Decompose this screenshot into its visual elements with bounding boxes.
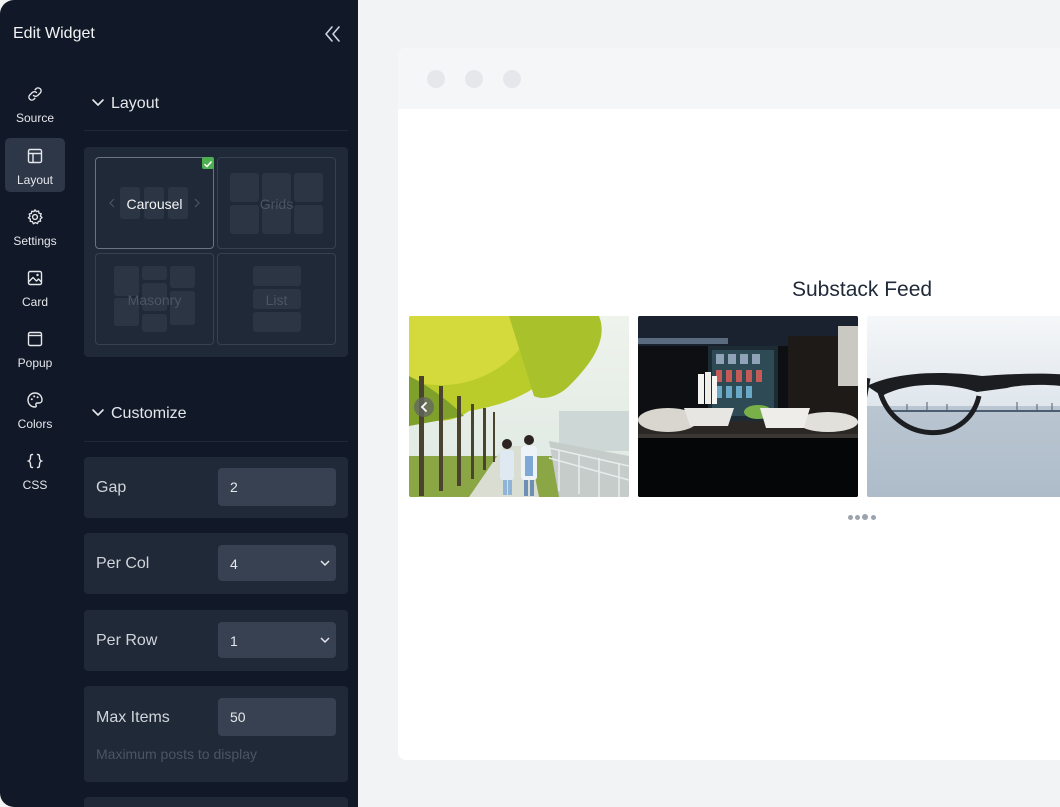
post-card-image[interactable] [867,316,1060,497]
gap-label: Gap [96,479,127,496]
chevron-down-icon [320,560,330,567]
braces-icon [26,453,44,469]
per-row-select[interactable]: 1 [218,622,336,658]
post-card-image[interactable] [638,316,858,497]
carousel-pagination [846,514,878,522]
per-row-label: Per Row [96,632,158,649]
next-field [84,797,348,807]
layout-label-grids: Grids [259,196,294,212]
layout-label-masonry: Masonry [127,292,182,308]
window-dot [503,70,521,88]
nav-item-source[interactable]: Source [5,76,65,130]
edit-widget-panel: Edit Widget Source Layout Settings Card … [0,0,358,807]
per-col-select[interactable]: 4 [218,545,336,581]
per-col-field: Per Col 4 [84,533,348,594]
per-col-value: 4 [230,556,238,572]
nav-label-popup: Popup [17,356,53,370]
panel-header: Edit Widget [0,0,358,64]
gap-field: Gap 2 [84,457,348,518]
layout-icon [27,148,43,164]
nav-item-popup[interactable]: Popup [5,321,65,375]
chevron-left-icon [420,402,427,412]
pagination-dot[interactable] [848,515,853,520]
palette-icon [27,392,43,408]
double-chevron-left-icon [325,26,340,42]
nav-item-layout[interactable]: Layout [5,138,65,192]
window-dot [427,70,445,88]
per-row-value: 1 [230,633,238,649]
image-icon [27,270,43,286]
max-items-input[interactable]: 50 [218,698,336,736]
nav-item-card[interactable]: Card [5,260,65,314]
nav-item-css[interactable]: CSS [5,443,65,497]
layout-option-carousel[interactable]: Carousel [95,157,214,249]
layout-section-title: Layout [111,95,160,112]
nav-label-layout: Layout [16,173,54,187]
carousel-prev-button[interactable] [414,397,434,417]
window-dot [465,70,483,88]
pagination-dot-active[interactable] [862,514,868,520]
eyeglasses-sea-photo [867,316,1060,497]
customize-section-title: Customize [111,405,187,422]
window-icon [27,331,43,347]
browser-bar [398,48,1060,109]
layout-option-list[interactable]: List [217,253,336,345]
street-food-night-photo [638,316,858,497]
chevron-down-icon [92,409,104,416]
nav-label-css: CSS [22,478,48,492]
layout-option-masonry[interactable]: Masonry [95,253,214,345]
layout-label-carousel: Carousel [126,196,183,212]
collapse-panel-button[interactable] [322,24,344,44]
section-divider [84,441,348,442]
layout-label-list: List [265,292,288,308]
nav-label-source: Source [15,111,55,125]
park-couple-photo [409,316,629,497]
nav-item-settings[interactable]: Settings [5,199,65,253]
panel-title: Edit Widget [13,25,95,42]
max-items-field: Max Items 50 Maximum posts to display [84,686,348,782]
nav-item-colors[interactable]: Colors [5,382,65,436]
nav-label-settings: Settings [13,234,57,248]
per-col-label: Per Col [96,555,150,572]
pagination-dot[interactable] [871,515,876,520]
nav-label-colors: Colors [17,417,53,431]
link-icon [28,87,42,101]
chevron-down-icon [92,99,104,106]
widget-preview: Substack Feed [398,48,1060,760]
per-row-field: Per Row 1 [84,610,348,671]
gear-icon [27,209,43,225]
max-items-hint: Maximum posts to display [96,746,258,762]
layout-section-toggle[interactable]: Layout [84,86,348,122]
pagination-dot[interactable] [855,515,860,520]
chevron-down-icon [320,637,330,644]
customize-section-toggle[interactable]: Customize [84,396,348,432]
nav-label-card: Card [21,295,48,309]
max-items-label: Max Items [96,709,170,726]
post-card-image[interactable] [409,316,629,497]
feed-title: Substack Feed [792,278,933,301]
gap-input[interactable]: 2 [218,468,336,506]
section-divider [84,130,348,131]
layout-options: Carousel Grids Masonry List [84,147,348,357]
selected-check-icon [202,157,214,169]
layout-option-grids[interactable]: Grids [217,157,336,249]
